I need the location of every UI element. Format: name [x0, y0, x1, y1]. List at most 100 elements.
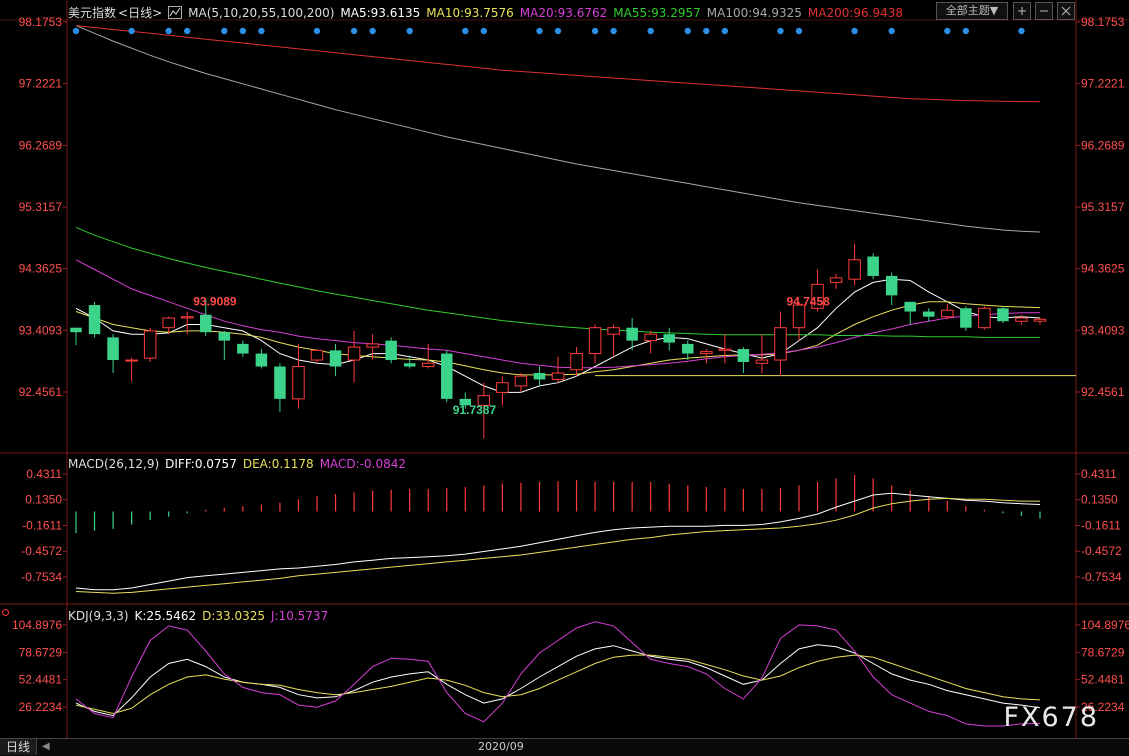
- signal-dot: [406, 27, 413, 35]
- kdj-axis-label: 52.4481: [1081, 673, 1125, 687]
- candle-body: [514, 375, 528, 387]
- candle-body: [107, 337, 119, 361]
- kdj-d-line: [75, 654, 1041, 715]
- kdj-k: K:25.5462: [134, 609, 197, 623]
- close-icon[interactable]: [1057, 2, 1075, 20]
- signal-dot: [703, 27, 710, 35]
- signal-dot: [647, 27, 654, 35]
- price-annotation: 94.7458: [786, 295, 830, 309]
- signal-dot: [313, 27, 321, 35]
- signal-dot: [554, 27, 562, 35]
- candle-body: [366, 343, 379, 348]
- remove-icon[interactable]: [1035, 2, 1053, 20]
- signal-dot: [369, 27, 376, 35]
- ma20-value: MA20:93.6762: [519, 5, 608, 20]
- candle-body: [885, 275, 898, 296]
- candle-body: [496, 382, 509, 393]
- candle-body: [978, 307, 991, 329]
- candle-body: [421, 362, 435, 368]
- candle-body: [70, 327, 82, 333]
- candle-body: [626, 327, 638, 341]
- price-axis-label: 96.2689: [19, 138, 63, 152]
- macd-diff: DIFF:0.0757: [165, 457, 237, 471]
- signal-dot: [610, 27, 617, 35]
- candle-body: [162, 317, 175, 329]
- candle-body: [551, 372, 565, 380]
- candle-body: [737, 349, 750, 362]
- ma5-value: MA5:93.6135: [340, 5, 421, 20]
- ma100-line: [75, 25, 1041, 233]
- kdj-axis-label: 78.6729: [1081, 645, 1125, 659]
- candle-body: [180, 316, 194, 319]
- candle-body: [274, 366, 286, 399]
- kdj-axis-label: 104.8976: [12, 618, 62, 632]
- signal-dot: [536, 27, 543, 35]
- candle-body: [848, 259, 861, 280]
- candle-body: [310, 349, 324, 361]
- signal-dot: [462, 27, 469, 35]
- candle-body: [403, 363, 416, 367]
- price-panel: 93.9089 94.7458 91.7387: [70, 25, 1076, 439]
- kdj-axis-label: 26.2234: [19, 700, 63, 714]
- candle-body: [218, 332, 231, 341]
- candle-body: [125, 359, 138, 362]
- macd-dea: DEA:0.1178: [242, 457, 314, 471]
- candle-body: [755, 359, 769, 364]
- macd-definition: MACD(26,12,9): [68, 457, 160, 471]
- candle-body: [533, 372, 546, 380]
- signal-dot: [795, 27, 803, 35]
- price-axis-label: 94.3625: [19, 262, 63, 276]
- candle-body: [663, 334, 675, 343]
- indicator-icon[interactable]: [168, 6, 183, 19]
- candle-body: [441, 353, 453, 399]
- candle-body: [774, 327, 787, 361]
- scroll-left-icon[interactable]: ◀: [42, 741, 50, 752]
- macd-axis-label: -0.1611: [22, 518, 62, 532]
- macd-dea-line: [75, 497, 1040, 594]
- tab-daily[interactable]: 日线: [0, 739, 38, 755]
- instrument-name[interactable]: 美元指数: [68, 4, 116, 21]
- price-annotation: 93.9089: [193, 295, 237, 309]
- candle-body: [347, 346, 361, 361]
- price-axis-label: 93.4093: [1081, 323, 1125, 337]
- candle-body: [385, 340, 397, 361]
- macd-axis-label: -0.7534: [1081, 570, 1122, 584]
- candle-body: [1033, 318, 1047, 322]
- kdj-d: D:33.0325: [202, 609, 265, 623]
- watermark-logo: FX678: [1003, 702, 1099, 733]
- price-axis-label: 96.2689: [1081, 138, 1125, 152]
- macd-axis-label: 0.1350: [25, 493, 62, 507]
- price-axis-label: 93.4093: [19, 323, 63, 337]
- signal-dot: [128, 27, 135, 35]
- signal-dot: [72, 27, 80, 35]
- macd-axis-label: -0.1611: [1081, 518, 1121, 532]
- price-axis-label: 98.1753: [1081, 15, 1125, 29]
- price-axis-label: 97.2221: [1081, 77, 1125, 91]
- ma200-line: [75, 25, 1041, 103]
- period-label[interactable]: <日线>: [118, 4, 162, 21]
- kdj-panel: [75, 621, 1041, 727]
- signal-dot: [184, 27, 191, 35]
- candle-body: [588, 327, 602, 355]
- signal-dot: [350, 27, 358, 35]
- theme-select-button[interactable]: 全部主题▼: [936, 2, 1008, 20]
- candle-body: [570, 353, 583, 371]
- add-icon[interactable]: [1013, 2, 1031, 20]
- chart-canvas: 93.9089 94.7458 91.7387 98.1753 98.1753 97.2…: [0, 0, 1129, 738]
- grid-lines: [0, 0, 1129, 738]
- candle-body: [143, 330, 157, 359]
- candle-body: [200, 314, 212, 333]
- candle-body: [292, 366, 305, 400]
- signal-dot: [888, 27, 895, 35]
- ma55-value: MA55:93.2957: [613, 5, 701, 20]
- candle-body: [904, 301, 916, 312]
- candle-body: [829, 277, 843, 283]
- candle-body: [960, 308, 972, 328]
- ma100-value: MA100:94.9325: [706, 5, 802, 20]
- ma200-value: MA200:96.9438: [807, 5, 904, 20]
- panel-marker-icon[interactable]: [2, 609, 9, 616]
- signal-dot: [944, 27, 951, 35]
- kdj-header: KDJ(9,3,3) K:25.5462 D:33.0325 J:10.5737: [68, 609, 328, 623]
- signal-dot: [258, 27, 265, 35]
- ma-definition: MA(5,10,20,55,100,200): [188, 5, 335, 20]
